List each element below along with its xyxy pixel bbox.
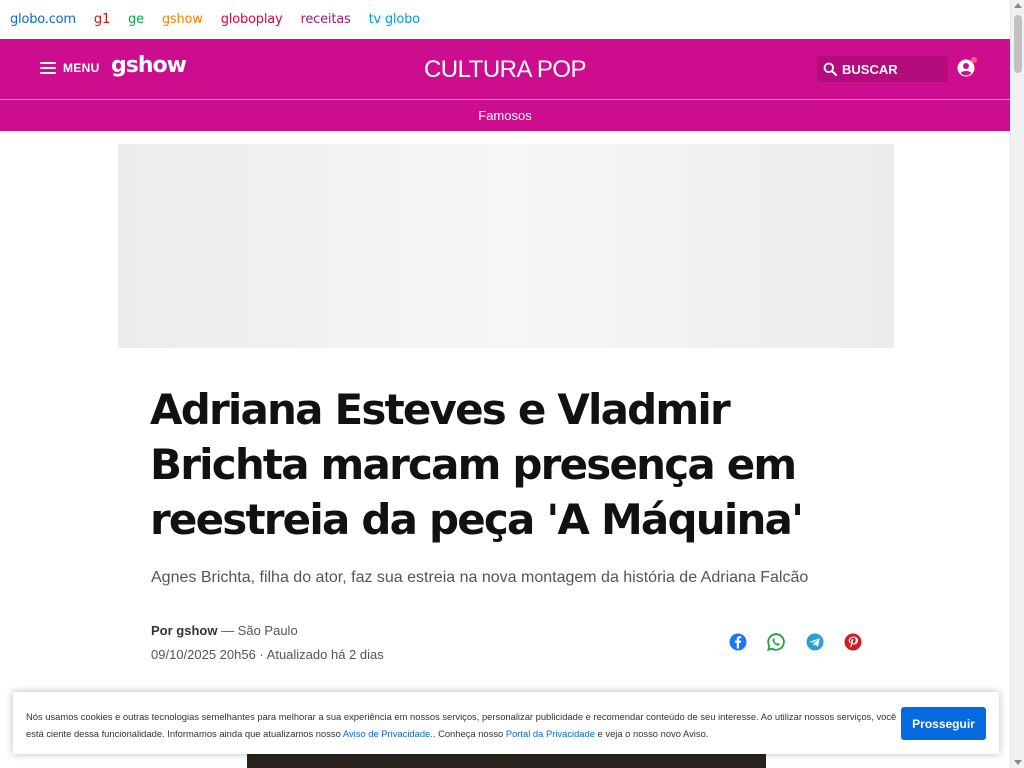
sub-navigation: Famosos	[0, 99, 1010, 131]
privacy-notice-link[interactable]: Aviso de Privacidade.	[343, 728, 433, 739]
search-icon	[823, 62, 837, 76]
subnav-item-famosos[interactable]: Famosos	[478, 108, 531, 123]
scroll-up-arrow-icon[interactable]	[1014, 3, 1022, 8]
scrollbar-thumb[interactable]	[1014, 15, 1022, 73]
article-headline: Adriana Esteves e Vladmir Brichta marcam…	[150, 385, 804, 544]
tv-globo-link[interactable]: tv globo	[369, 12, 421, 27]
globo-com-link[interactable]: globo.com	[10, 12, 76, 27]
article-byline: Por gshow — São Paulo	[151, 623, 298, 638]
facebook-icon[interactable]	[729, 633, 747, 651]
g1-link[interactable]: g1	[94, 12, 110, 27]
vertical-scrollbar[interactable]	[1010, 0, 1024, 768]
privacy-portal-link[interactable]: Portal da Privacidade	[506, 728, 595, 739]
article-dateline: 09/10/2025 20h56 · Atualizado há 2 dias	[151, 647, 384, 662]
cookie-banner: Nós usamos cookies e outras tecnologias …	[13, 692, 999, 754]
site-header: MENU gshow CULTURA POP BUSCAR	[0, 39, 1010, 99]
ad-placeholder	[118, 144, 894, 348]
article-subtitle: Agnes Brichta, filha do ator, faz sua es…	[151, 569, 809, 586]
pinterest-icon[interactable]	[844, 633, 862, 651]
globo-network-bar: globo.com g1 ge gshow globoplay receitas…	[0, 0, 1010, 39]
byline-author: Por gshow	[151, 623, 218, 638]
cookie-text-mid: . Conheça nosso	[432, 728, 506, 739]
cookie-text-end: e veja o nosso novo Aviso.	[594, 728, 709, 739]
globoplay-link[interactable]: globoplay	[221, 12, 283, 27]
ge-link[interactable]: ge	[128, 12, 144, 27]
receitas-link[interactable]: receitas	[301, 12, 351, 27]
telegram-icon[interactable]	[806, 633, 824, 651]
gshow-link[interactable]: gshow	[162, 12, 203, 27]
notification-dot	[971, 57, 977, 63]
whatsapp-icon[interactable]	[767, 633, 785, 651]
scroll-down-arrow-icon[interactable]	[1014, 760, 1022, 765]
search-button[interactable]: BUSCAR	[817, 56, 948, 82]
accept-cookies-button[interactable]: Prosseguir	[901, 707, 986, 740]
byline-location: — São Paulo	[217, 623, 298, 638]
article-hero-image	[247, 752, 766, 768]
cookie-text: Nós usamos cookies e outras tecnologias …	[26, 708, 898, 742]
search-label: BUSCAR	[842, 61, 898, 77]
